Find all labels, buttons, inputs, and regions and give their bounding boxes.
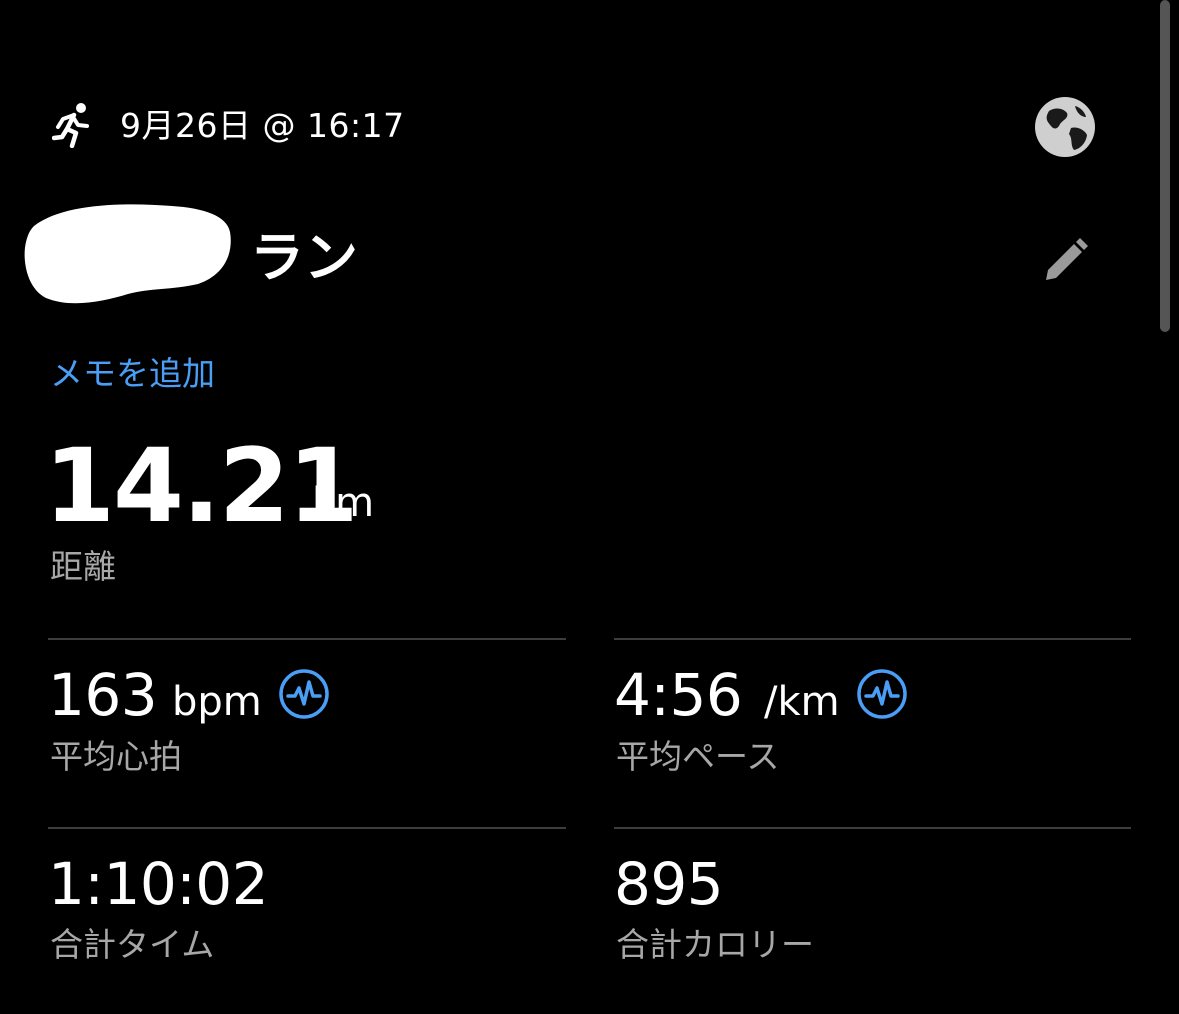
heart-rate-unit: bpm	[172, 679, 262, 725]
distance-label: 距離	[50, 547, 116, 586]
distance-value: 14.21	[44, 427, 359, 546]
pace-value: 4:56	[614, 661, 743, 729]
pace-label: 平均ペース	[616, 737, 780, 776]
total-time-value: 1:10:02	[48, 850, 269, 918]
total-time-label: 合計タイム	[50, 925, 215, 964]
pencil-icon[interactable]	[1038, 232, 1094, 288]
heartbeat-icon[interactable]	[856, 668, 908, 720]
heartbeat-icon[interactable]	[278, 668, 330, 720]
heart-rate-value: 163	[48, 661, 158, 729]
calories-label: 合計カロリー	[616, 925, 814, 964]
divider	[48, 827, 566, 829]
activity-title: ラン	[250, 226, 358, 289]
heart-rate-label: 平均心拍	[50, 737, 182, 776]
globe-icon[interactable]	[1030, 92, 1100, 162]
divider	[614, 827, 1131, 829]
running-person-icon	[51, 102, 94, 149]
distance-unit: km	[312, 480, 375, 526]
divider	[48, 638, 566, 640]
calories-value: 895	[614, 850, 724, 918]
pace-unit: /km	[764, 679, 840, 725]
scrollbar[interactable]	[1160, 0, 1170, 332]
activity-date-time: 9月26日 @ 16:17	[120, 106, 405, 145]
redacted-title-prefix	[22, 198, 234, 308]
add-memo-link[interactable]: メモを追加	[50, 352, 215, 396]
divider	[614, 638, 1131, 640]
